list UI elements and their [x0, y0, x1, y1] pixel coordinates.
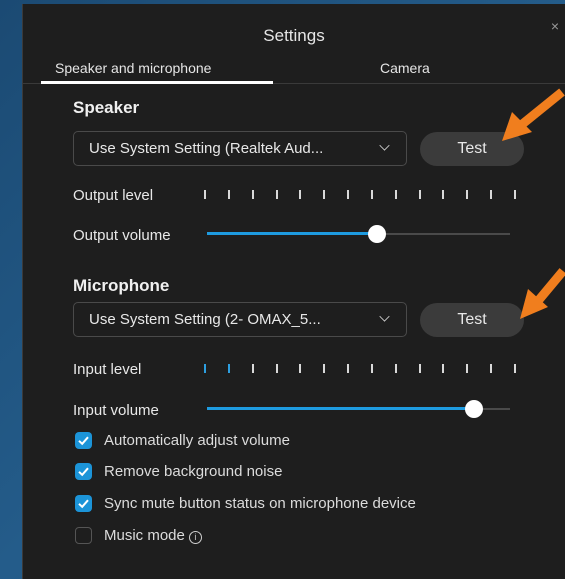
- slider-fill: [207, 232, 377, 235]
- slider-fill: [207, 407, 474, 410]
- speaker-section-title: Speaker: [73, 98, 140, 117]
- checkbox-label: Remove background noise: [104, 463, 283, 480]
- level-tick: [395, 364, 397, 373]
- input-level-meter: [204, 364, 516, 374]
- speaker-device-select[interactable]: Use System Setting (Realtek Aud...: [73, 131, 407, 166]
- input-volume-label: Input volume: [73, 402, 159, 419]
- input-level-label: Input level: [73, 361, 142, 378]
- selected-tab-indicator: [41, 81, 273, 84]
- checkbox-checked-icon: [75, 463, 92, 480]
- chevron-down-icon: [379, 311, 390, 322]
- checkbox-checked-icon: [75, 495, 92, 512]
- annotation-arrow-speaker-test: [502, 88, 565, 141]
- checkbox-label: Sync mute button status on microphone de…: [104, 495, 416, 512]
- level-tick: [442, 364, 444, 373]
- level-tick: [323, 364, 325, 373]
- level-tick: [395, 190, 397, 199]
- level-tick: [466, 190, 468, 199]
- level-tick: [204, 190, 206, 199]
- speaker-device-value: Use System Setting (Realtek Aud...: [89, 140, 324, 157]
- level-tick: [228, 364, 230, 373]
- level-tick: [514, 190, 516, 199]
- microphone-section-title: Microphone: [73, 276, 170, 295]
- input-volume-slider[interactable]: [207, 400, 510, 418]
- tab-bar: Speaker and microphone Camera: [23, 56, 565, 84]
- tab-speaker-and-microphone[interactable]: Speaker and microphone: [55, 60, 211, 76]
- level-tick: [228, 190, 230, 199]
- checkbox-checked-icon: [75, 432, 92, 449]
- level-tick: [419, 190, 421, 199]
- close-icon[interactable]: ×: [551, 18, 559, 34]
- slider-thumb[interactable]: [368, 225, 386, 243]
- music-mode-checkbox[interactable]: Music mode i: [75, 527, 255, 545]
- checkbox-label: Music mode: [104, 527, 185, 544]
- checkbox-unchecked-icon: [75, 527, 92, 544]
- level-tick: [371, 190, 373, 199]
- level-tick: [419, 364, 421, 373]
- level-tick: [276, 190, 278, 199]
- level-tick: [276, 364, 278, 373]
- microphone-device-value: Use System Setting (2- OMAX_5...: [89, 311, 321, 328]
- settings-dialog: Settings × Speaker and microphone Camera…: [22, 4, 565, 579]
- auto-adjust-volume-checkbox[interactable]: Automatically adjust volume: [75, 432, 355, 450]
- level-tick: [252, 190, 254, 199]
- annotation-arrow-microphone-test: [520, 268, 565, 319]
- microphone-device-select[interactable]: Use System Setting (2- OMAX_5...: [73, 302, 407, 337]
- checkbox-label: Automatically adjust volume: [104, 432, 290, 449]
- level-tick: [347, 190, 349, 199]
- slider-thumb[interactable]: [465, 400, 483, 418]
- output-volume-label: Output volume: [73, 227, 171, 244]
- level-tick: [514, 364, 516, 373]
- output-level-label: Output level: [73, 187, 154, 204]
- output-level-meter: [204, 190, 516, 200]
- level-tick: [347, 364, 349, 373]
- dialog-title: Settings: [263, 26, 325, 45]
- level-tick: [490, 364, 492, 373]
- level-tick: [490, 190, 492, 199]
- tab-camera[interactable]: Camera: [380, 60, 430, 76]
- level-tick: [442, 190, 444, 199]
- level-tick: [204, 364, 206, 373]
- chevron-down-icon: [379, 140, 390, 151]
- level-tick: [323, 190, 325, 199]
- microphone-test-button[interactable]: Test: [420, 303, 524, 337]
- sync-mute-button-checkbox[interactable]: Sync mute button status on microphone de…: [75, 495, 495, 513]
- checkbox-label-wrap: Music mode i: [104, 527, 202, 544]
- level-tick: [299, 190, 301, 199]
- output-volume-slider[interactable]: [207, 225, 510, 243]
- level-tick: [466, 364, 468, 373]
- level-tick: [299, 364, 301, 373]
- remove-background-noise-checkbox[interactable]: Remove background noise: [75, 463, 355, 481]
- level-tick: [371, 364, 373, 373]
- level-tick: [252, 364, 254, 373]
- info-icon[interactable]: i: [188, 531, 202, 544]
